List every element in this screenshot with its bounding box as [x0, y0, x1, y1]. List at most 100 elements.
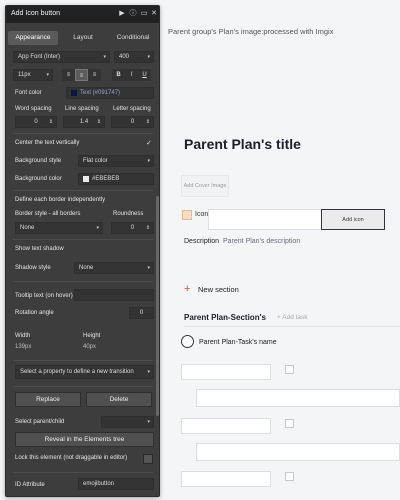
select-parent-select[interactable]: ▾: [101, 416, 154, 428]
transition-property-value: Select a property to define a new transi…: [20, 369, 134, 375]
delete-button[interactable]: Delete: [86, 392, 152, 407]
divider: [13, 386, 153, 387]
task-complete-radio[interactable]: [181, 335, 194, 348]
panel-title: Add Icon button: [11, 10, 61, 17]
word-spacing-input[interactable]: 0 ⇕: [15, 116, 57, 128]
plan-title[interactable]: Parent Plan's title: [184, 136, 301, 152]
chevron-down-icon: ▾: [147, 419, 150, 425]
roundness-input[interactable]: 0 ⇕: [111, 222, 154, 234]
shadow-style-label: Shadow style: [15, 265, 51, 271]
letter-spacing-value: 0: [130, 119, 135, 125]
width-value: 139px: [15, 344, 32, 350]
font-weight-value: 400: [119, 54, 130, 60]
select-parent-label: Select parent/child: [15, 419, 65, 425]
plus-icon[interactable]: +: [184, 283, 190, 295]
plan-image-caption[interactable]: Parent group's Plan's image:processed wi…: [168, 27, 333, 36]
font-color-swatch: [71, 90, 77, 96]
bold-icon[interactable]: B: [112, 69, 125, 81]
section-title[interactable]: Parent Plan-Section's: [184, 313, 266, 322]
stepper-icon: ⇕: [48, 119, 53, 125]
divider: [13, 133, 153, 134]
roundness-label: Roundness: [113, 211, 144, 217]
icon-placeholder-icon[interactable]: [182, 210, 192, 220]
font-size-value: 11px: [18, 72, 31, 78]
height-label: Height: [83, 333, 101, 339]
chevron-down-icon: ▾: [147, 265, 150, 271]
new-section-button[interactable]: New section: [198, 285, 239, 294]
panel-tabs: Appearance Layout Conditional: [8, 31, 158, 45]
comment-icon[interactable]: ▭: [140, 10, 148, 18]
divider: [13, 281, 153, 282]
panel-scrollbar[interactable]: [156, 196, 159, 416]
chevron-down-icon: ▾: [147, 369, 150, 375]
close-icon[interactable]: ✕: [150, 10, 158, 18]
rotation-input[interactable]: 0: [129, 307, 154, 319]
transition-property-select[interactable]: Select a property to define a new transi…: [15, 365, 154, 379]
description-value[interactable]: Parent Plan's description: [223, 238, 300, 245]
task-input-1[interactable]: [181, 364, 271, 380]
italic-icon[interactable]: I: [125, 69, 138, 81]
font-family-select[interactable]: App Font (Inter) ▾: [13, 51, 110, 63]
task-checkbox-3[interactable]: [285, 472, 294, 481]
tooltip-label: Tooltip text (on hover): [15, 293, 73, 299]
lock-element-label: Lock this element (not draggable in edit…: [15, 455, 128, 461]
icon-input[interactable]: [208, 209, 322, 230]
line-spacing-label: Line spacing: [65, 106, 99, 112]
shadow-style-select[interactable]: None ▾: [74, 262, 154, 274]
font-color-label: Font color: [15, 90, 42, 96]
divider: [13, 472, 153, 473]
reveal-in-tree-button[interactable]: Reveal in the Elements tree: [15, 432, 154, 447]
underline-icon[interactable]: U: [138, 69, 151, 81]
align-right-icon[interactable]: ≡: [88, 69, 101, 81]
background-color-field[interactable]: #EBEBEB: [78, 173, 154, 185]
add-cover-image-button[interactable]: Add Cover Image: [181, 175, 229, 197]
play-icon[interactable]: ▶: [118, 10, 126, 18]
task-input-3[interactable]: [181, 471, 271, 487]
task-input-2[interactable]: [181, 418, 271, 434]
tab-conditional[interactable]: Conditional: [108, 31, 158, 45]
tab-layout[interactable]: Layout: [58, 31, 108, 45]
center-vertically-label: Center the text vertically: [15, 140, 80, 146]
width-label: Width: [15, 333, 31, 339]
stepper-icon: ⇕: [96, 119, 101, 125]
task-row-input-1[interactable]: [196, 389, 400, 407]
rotation-label: Rotation angle: [15, 310, 54, 316]
chevron-down-icon: ▾: [96, 225, 99, 231]
font-color-field[interactable]: Text (#091747): [66, 87, 154, 99]
font-weight-select[interactable]: 400 ▾: [114, 51, 154, 63]
task-name[interactable]: Parent Plan-Task's name: [199, 339, 277, 346]
background-color-label: Background color: [15, 176, 62, 182]
background-color-swatch: [83, 176, 89, 182]
task-checkbox-2[interactable]: [285, 419, 294, 428]
background-style-select[interactable]: Flat color ▾: [78, 155, 154, 167]
letter-spacing-input[interactable]: 0 ⇕: [111, 116, 154, 128]
background-style-value: Flat color: [83, 158, 108, 164]
lock-element-checkbox[interactable]: [143, 454, 153, 464]
divider: [13, 190, 153, 191]
stepper-icon: ⇕: [145, 119, 150, 125]
align-left-icon[interactable]: ≡: [62, 69, 75, 81]
text-shadow-label: Show text shadow: [15, 246, 64, 252]
stepper-icon: ⇕: [145, 225, 150, 231]
task-checkbox-1[interactable]: [285, 365, 294, 374]
info-icon[interactable]: ⓘ: [129, 10, 137, 18]
tab-appearance[interactable]: Appearance: [8, 31, 58, 45]
task-row-input-2[interactable]: [196, 443, 400, 461]
description-label: Description: [184, 238, 220, 245]
border-independent-label: Define each border independently: [15, 197, 106, 203]
line-spacing-value: 1.4: [79, 119, 89, 125]
tooltip-input[interactable]: [74, 289, 154, 301]
add-task-button[interactable]: + Add task: [277, 314, 308, 321]
add-icon-button[interactable]: Add icon: [321, 209, 385, 230]
center-vertically-checkbox[interactable]: ✓: [146, 139, 152, 147]
align-center-icon[interactable]: ≡: [75, 69, 88, 81]
replace-button[interactable]: Replace: [15, 392, 81, 407]
divider: [13, 360, 153, 361]
property-editor-panel: Add Icon button ▶ ⓘ ▭ ✕ Appearance Layou…: [5, 5, 160, 497]
id-attribute-input[interactable]: emojibutton: [78, 478, 154, 490]
height-value: 40px: [83, 344, 97, 350]
border-style-select[interactable]: None ▾: [15, 222, 103, 234]
line-spacing-input[interactable]: 1.4 ⇕: [63, 116, 105, 128]
panel-titlebar[interactable]: Add Icon button ▶ ⓘ ▭ ✕: [6, 6, 159, 23]
font-size-select[interactable]: 11px ▾: [13, 69, 53, 81]
